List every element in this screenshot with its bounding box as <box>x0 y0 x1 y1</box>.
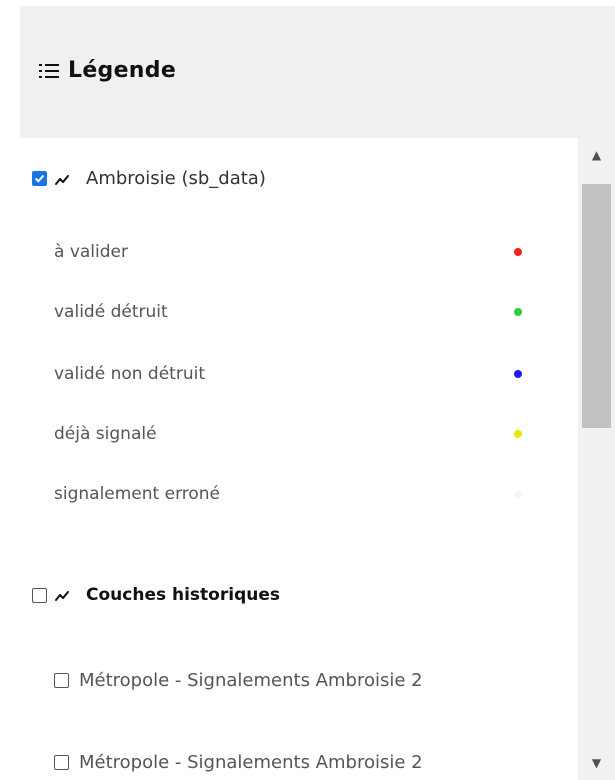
group-name-couches-historiques: Couches historiques <box>86 585 280 605</box>
legend-item-label: validé non détruit <box>54 364 205 384</box>
checkmark-icon <box>34 174 45 183</box>
legend-swatch-yellow <box>514 430 522 438</box>
legend-item-a-valider: à valider <box>54 240 524 264</box>
sublayer-label-1: Métropole - Signalements Ambroisie 2 <box>79 669 423 691</box>
group-checkbox-couches-historiques[interactable] <box>32 587 47 603</box>
legend-item-signalement-errone: signalement erroné <box>54 482 524 506</box>
layer-name-ambroisie: Ambroisie (sb_data) <box>86 168 266 189</box>
legend-item-deja-signale: déjà signalé <box>54 422 524 446</box>
layer-row-ambroisie[interactable]: Ambroisie (sb_data) <box>32 168 266 189</box>
layer-checkbox-ambroisie[interactable] <box>32 171 47 186</box>
legend-content: Ambroisie (sb_data) à valider validé dét… <box>20 138 578 780</box>
trend-line-icon <box>54 172 72 186</box>
scrollbar[interactable]: ▲ ▼ <box>578 138 615 780</box>
legend-swatch-blue <box>514 370 522 378</box>
scroll-down-arrow-icon[interactable]: ▼ <box>578 746 615 780</box>
legend-swatch-white <box>514 490 522 498</box>
legend-item-label: déjà signalé <box>54 424 157 444</box>
legend-swatch-red <box>514 248 522 256</box>
sublayer-row-2[interactable]: Métropole - Signalements Ambroisie 2 <box>54 748 578 776</box>
legend-header: Légende <box>20 6 615 138</box>
legend-item-valide-detruit: validé détruit <box>54 300 524 324</box>
legend-item-label: signalement erroné <box>54 484 221 504</box>
legend-item-valide-non-detruit: validé non détruit <box>54 362 524 386</box>
list-icon <box>38 61 60 81</box>
scroll-up-arrow-icon[interactable]: ▲ <box>578 138 615 172</box>
legend-header-inner: Légende <box>38 58 176 83</box>
legend-panel: Légende Ambroisie (sb_data) à valider va <box>0 0 615 780</box>
legend-item-label: à valider <box>54 242 128 262</box>
legend-item-label: validé détruit <box>54 302 168 322</box>
legend-title: Légende <box>68 58 177 83</box>
sublayer-row-1[interactable]: Métropole - Signalements Ambroisie 2 <box>54 666 578 694</box>
sublayer-checkbox-1[interactable] <box>54 672 69 688</box>
legend-swatch-green <box>514 308 522 316</box>
sublayer-label-2: Métropole - Signalements Ambroisie 2 <box>79 751 423 773</box>
group-row-couches-historiques[interactable]: Couches historiques <box>32 585 280 605</box>
trend-line-icon <box>54 588 72 602</box>
sublayer-checkbox-2[interactable] <box>54 754 69 770</box>
scrollbar-thumb[interactable] <box>582 184 611 428</box>
